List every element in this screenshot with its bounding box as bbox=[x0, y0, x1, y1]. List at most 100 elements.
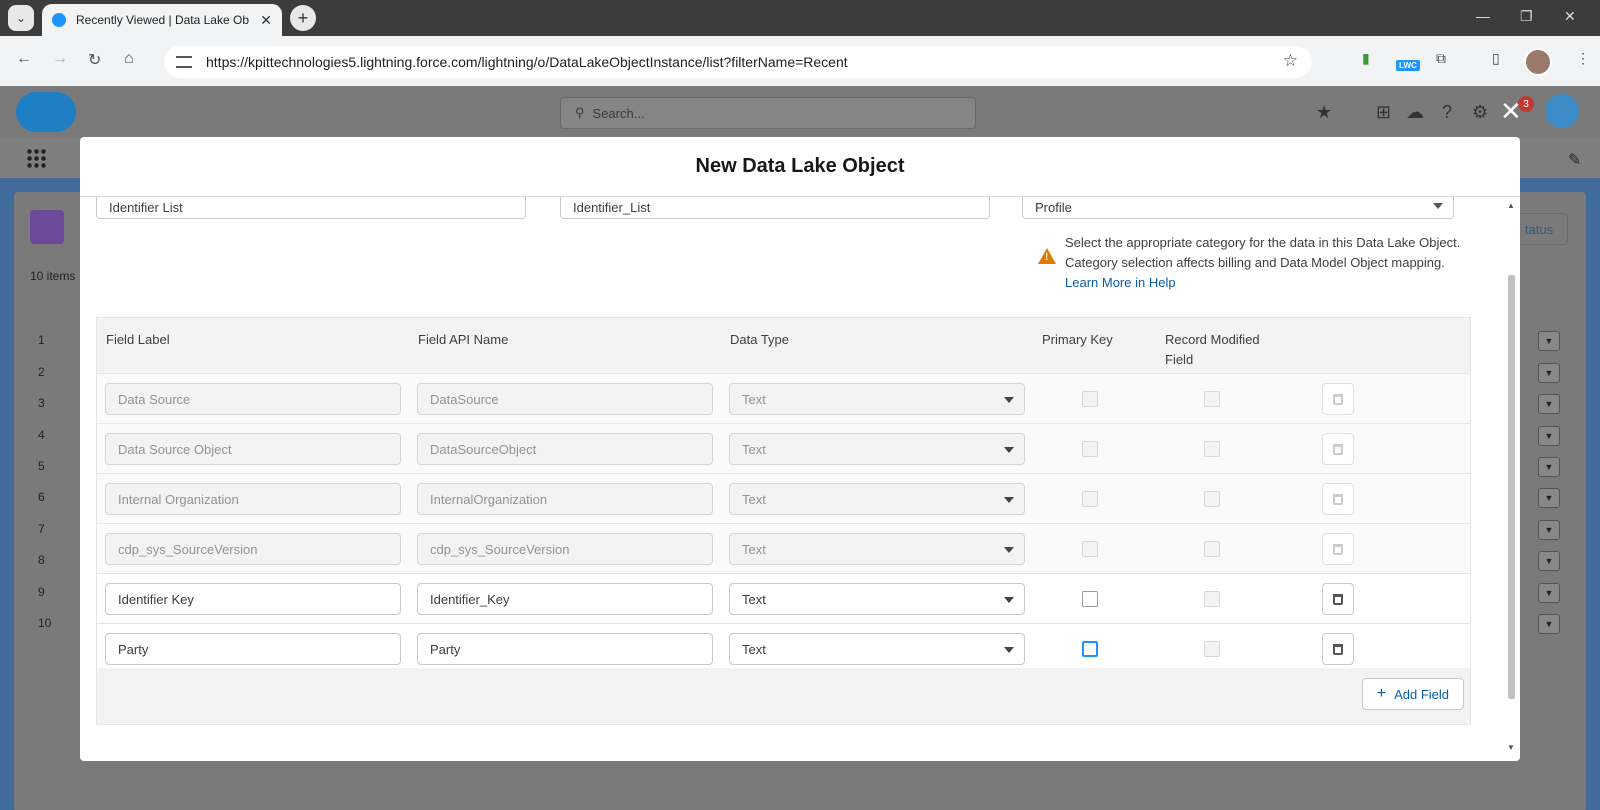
field-api-value: DataSourceObject bbox=[430, 441, 537, 457]
primary-key-checkbox[interactable] bbox=[1082, 641, 1098, 657]
warning-text: Select the appropriate category for the … bbox=[1065, 235, 1461, 270]
salesforce-logo[interactable] bbox=[16, 92, 76, 132]
setup-gear-icon[interactable]: ⚙ bbox=[1472, 102, 1488, 123]
category-select[interactable]: Profile bbox=[1022, 197, 1454, 219]
bookmark-star-icon[interactable]: ☆ bbox=[1283, 51, 1298, 71]
new-tab-button[interactable]: + bbox=[290, 5, 316, 31]
col-record-modified-line2: Field bbox=[1165, 352, 1194, 367]
app-launcher-icon[interactable] bbox=[26, 148, 46, 168]
list-row-number: 1 bbox=[38, 333, 45, 347]
field-api-value: cdp_sys_SourceVersion bbox=[430, 541, 570, 557]
help-icon[interactable]: ? bbox=[1442, 102, 1452, 123]
url-bar[interactable]: https://kpittechnologies5.lightning.forc… bbox=[164, 46, 1312, 78]
object-label-input[interactable]: Identifier List bbox=[96, 197, 526, 219]
side-panel-icon[interactable]: ▯ bbox=[1492, 50, 1500, 67]
data-type-select: Text bbox=[729, 383, 1025, 415]
modal-scrollbar[interactable]: ▲ ▼ bbox=[1506, 197, 1516, 761]
restore-icon[interactable]: ❐ bbox=[1520, 8, 1533, 25]
new-data-lake-object-modal: New Data Lake Object Identifier List Ide… bbox=[80, 137, 1520, 761]
search-placeholder: Search... bbox=[592, 105, 645, 121]
delete-field-button[interactable] bbox=[1322, 633, 1354, 665]
row-actions-chevron-icon[interactable]: ▼ bbox=[1538, 583, 1560, 603]
field-label-value: Data Source Object bbox=[118, 441, 232, 457]
data-type-value: Text bbox=[742, 391, 766, 407]
primary-key-checkbox bbox=[1082, 491, 1098, 507]
reload-icon[interactable]: ↻ bbox=[88, 50, 101, 70]
list-row-number: 4 bbox=[38, 428, 45, 442]
scroll-down-icon[interactable]: ▼ bbox=[1507, 743, 1515, 752]
close-window-icon[interactable]: ✕ bbox=[1564, 8, 1576, 25]
add-field-button[interactable]: + Add Field bbox=[1361, 678, 1464, 710]
record-modified-checkbox bbox=[1204, 541, 1220, 557]
browser-tab[interactable]: Recently Viewed | Data Lake Ob ✕ bbox=[42, 4, 282, 36]
field-label-value: Internal Organization bbox=[118, 491, 239, 507]
field-row: Data Source DataSource Text bbox=[97, 374, 1470, 424]
row-actions-chevron-icon[interactable]: ▼ bbox=[1538, 551, 1560, 571]
fields-table-header: Field Label Field API Name Data Type Pri… bbox=[97, 318, 1470, 374]
col-field-api-name: Field API Name bbox=[418, 332, 509, 347]
data-type-select[interactable]: Text bbox=[729, 583, 1025, 615]
scroll-thumb[interactable] bbox=[1508, 275, 1515, 699]
row-actions-chevron-icon[interactable]: ▼ bbox=[1538, 520, 1560, 540]
col-record-modified-line1: Record Modified bbox=[1165, 332, 1260, 347]
row-actions-chevron-icon[interactable]: ▼ bbox=[1538, 331, 1560, 351]
data-type-select: Text bbox=[729, 433, 1025, 465]
row-actions-chevron-icon[interactable]: ▼ bbox=[1538, 457, 1560, 477]
data-type-select[interactable]: Text bbox=[729, 633, 1025, 665]
scroll-up-icon[interactable]: ▲ bbox=[1507, 201, 1515, 210]
list-row-number: 6 bbox=[38, 490, 45, 504]
minimize-icon[interactable]: — bbox=[1476, 8, 1490, 24]
field-label-input: cdp_sys_SourceVersion bbox=[105, 533, 401, 565]
col-record-modified: Record Modified Field bbox=[1165, 330, 1260, 370]
tab-search-button[interactable]: ⌄ bbox=[8, 5, 34, 31]
field-api-name-input[interactable]: Identifier_Key bbox=[417, 583, 713, 615]
browser-menu-icon[interactable]: ⋮ bbox=[1576, 50, 1590, 67]
browser-profile-avatar[interactable] bbox=[1524, 48, 1552, 76]
favorites-star-icon[interactable]: ★ bbox=[1316, 102, 1332, 123]
row-actions-chevron-icon[interactable]: ▼ bbox=[1538, 426, 1560, 446]
salesforce-favicon-icon bbox=[52, 13, 66, 27]
field-api-value: InternalOrganization bbox=[430, 491, 548, 507]
modal-body: Identifier List Identifier_List Profile … bbox=[80, 197, 1520, 761]
row-actions-chevron-icon[interactable]: ▼ bbox=[1538, 614, 1560, 634]
url-text: https://kpittechnologies5.lightning.forc… bbox=[206, 54, 848, 70]
global-search-input[interactable]: ⚲ Search... bbox=[560, 97, 976, 129]
user-avatar[interactable] bbox=[1545, 94, 1579, 128]
record-modified-checkbox bbox=[1204, 591, 1220, 607]
extensions-puzzle-icon[interactable]: ⧉ bbox=[1436, 50, 1446, 67]
edit-nav-pencil-icon[interactable]: ✎ bbox=[1568, 150, 1581, 170]
object-api-name-input[interactable]: Identifier_List bbox=[560, 197, 990, 219]
back-icon[interactable]: ← bbox=[16, 50, 32, 68]
lwc-extension-icon[interactable]: LWC bbox=[1396, 60, 1420, 71]
field-label-value: cdp_sys_SourceVersion bbox=[118, 541, 258, 557]
chevron-down-icon bbox=[1004, 447, 1014, 453]
learn-more-link[interactable]: Learn More in Help bbox=[1065, 275, 1176, 290]
row-actions-chevron-icon[interactable]: ▼ bbox=[1538, 363, 1560, 383]
field-label-input[interactable]: Party bbox=[105, 633, 401, 665]
row-actions-chevron-icon[interactable]: ▼ bbox=[1538, 488, 1560, 508]
field-row: Identifier Key Identifier_Key Text bbox=[97, 574, 1470, 624]
record-modified-checkbox bbox=[1204, 391, 1220, 407]
search-icon: ⚲ bbox=[575, 105, 585, 120]
field-label-input[interactable]: Identifier Key bbox=[105, 583, 401, 615]
row-actions-chevron-icon[interactable]: ▼ bbox=[1538, 394, 1560, 414]
field-api-name-input: DataSource bbox=[417, 383, 713, 415]
site-info-icon[interactable] bbox=[176, 56, 192, 68]
field-label-value: Data Source bbox=[118, 391, 191, 407]
forward-icon[interactable]: → bbox=[52, 50, 68, 68]
chevron-down-icon bbox=[1004, 597, 1014, 603]
field-api-name-input[interactable]: Party bbox=[417, 633, 713, 665]
fields-table: Field Label Field API Name Data Type Pri… bbox=[96, 317, 1471, 725]
close-tab-icon[interactable]: ✕ bbox=[260, 12, 272, 29]
primary-key-checkbox[interactable] bbox=[1082, 591, 1098, 607]
home-icon[interactable]: ⌂ bbox=[124, 50, 134, 68]
record-modified-checkbox bbox=[1204, 641, 1220, 657]
field-api-value: Party bbox=[430, 641, 461, 657]
delete-field-button bbox=[1322, 383, 1354, 415]
trailhead-icon[interactable]: ☁ bbox=[1406, 102, 1424, 123]
global-actions-plus-icon[interactable]: ⊞ bbox=[1376, 102, 1391, 123]
extension-green-icon[interactable]: ▮ bbox=[1362, 50, 1370, 67]
modal-close-icon[interactable]: ✕ bbox=[1500, 98, 1522, 124]
field-row: Data Source Object DataSourceObject Text bbox=[97, 424, 1470, 474]
delete-field-button[interactable] bbox=[1322, 583, 1354, 615]
